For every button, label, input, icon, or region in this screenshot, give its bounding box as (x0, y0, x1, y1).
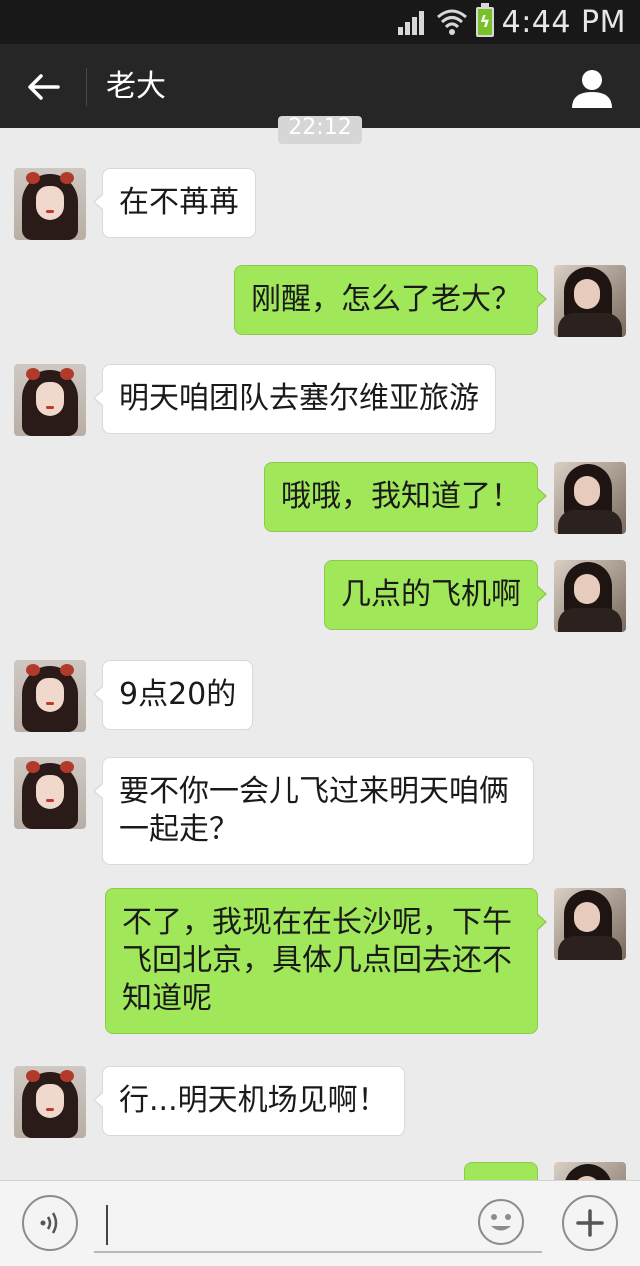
incoming-message[interactable]: 9点20的 (92, 660, 254, 730)
my-avatar[interactable] (554, 265, 626, 337)
incoming-message[interactable]: 明天咱团队去塞尔维亚旅游 (93, 364, 496, 434)
incoming-message[interactable]: 要不你一会儿飞过来明天咱俩一起走？ (93, 757, 534, 865)
wifi-icon (436, 7, 468, 37)
contact-avatar[interactable] (14, 757, 86, 829)
contact-avatar[interactable] (14, 168, 86, 240)
my-avatar[interactable] (554, 888, 626, 960)
arrow-left-icon (28, 74, 60, 100)
voice-button[interactable] (22, 1195, 78, 1251)
back-button[interactable] (20, 64, 66, 110)
smiley-icon (491, 1214, 511, 1231)
my-avatar[interactable] (554, 462, 626, 534)
signal-icon (397, 9, 428, 35)
plus-icon (576, 1209, 604, 1237)
message-input[interactable] (94, 1199, 542, 1253)
contact-avatar[interactable] (14, 364, 86, 436)
message-timestamp: 22:12 (278, 116, 362, 144)
header-divider (86, 68, 87, 106)
contact-avatar[interactable] (14, 1066, 86, 1138)
battery-charging-icon: ϟ (475, 3, 494, 37)
voice-icon (40, 1212, 58, 1234)
incoming-message[interactable]: 行...明天机场见啊！ (93, 1066, 405, 1136)
contact-avatar[interactable] (14, 660, 86, 732)
outgoing-message[interactable]: 刚醒，怎么了老大？ (234, 265, 547, 335)
chat-title: 老大 (106, 69, 166, 104)
my-avatar[interactable] (554, 560, 626, 632)
outgoing-message[interactable]: 不了，我现在在长沙呢，下午飞回北京，具体几点回去还不知道呢 (105, 888, 547, 1034)
chat-info-button[interactable] (570, 66, 614, 110)
more-button[interactable] (562, 1195, 618, 1251)
message-input-bar (0, 1180, 640, 1266)
person-icon (572, 70, 612, 108)
incoming-message[interactable]: 在不苒苒 (93, 168, 256, 238)
outgoing-message[interactable]: 哦哦，我知道了！ (264, 462, 547, 532)
status-time: 4:44 PM (501, 4, 626, 40)
status-bar: ϟ 4:44 PM (0, 0, 640, 44)
emoji-button[interactable] (478, 1199, 524, 1245)
outgoing-message[interactable]: 几点的飞机啊 (324, 560, 547, 630)
